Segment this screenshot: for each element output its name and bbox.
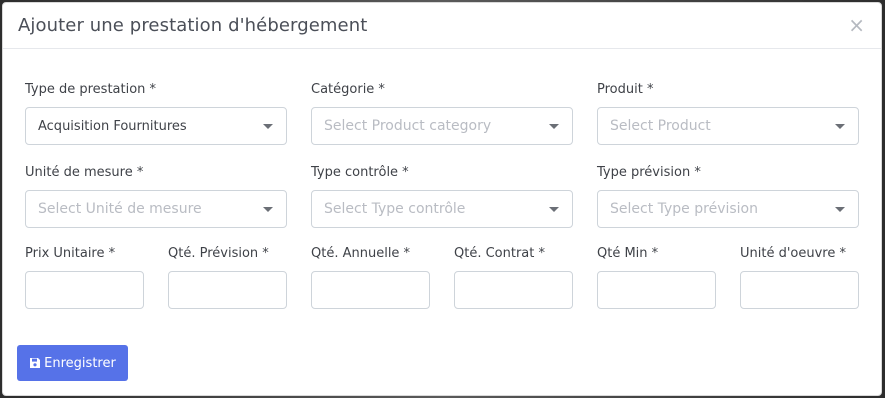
categorie-select[interactable]: Select Product category xyxy=(311,107,573,145)
produit-select[interactable]: Select Product xyxy=(597,107,859,145)
add-accommodation-service-modal: Ajouter une prestation d'hébergement × T… xyxy=(2,2,882,396)
qte-annuelle-field: Qté. Annuelle * xyxy=(311,245,430,309)
qte-min-input[interactable] xyxy=(597,271,716,309)
unite-mesure-label: Unité de mesure * xyxy=(25,165,144,180)
type-prevision-placeholder: Select Type prévision xyxy=(610,201,758,217)
modal-title: Ajouter une prestation d'hébergement xyxy=(18,15,368,36)
chevron-down-icon xyxy=(263,124,273,129)
prix-unitaire-field: Prix Unitaire * xyxy=(25,245,144,309)
type-prestation-value: Acquisition Fournitures xyxy=(38,118,187,134)
type-prevision-label: Type prévision * xyxy=(597,165,701,180)
chevron-down-icon xyxy=(549,124,559,129)
qte-contrat-field: Qté. Contrat * xyxy=(454,245,573,309)
type-controle-label: Type contrôle * xyxy=(311,165,409,180)
categorie-placeholder: Select Product category xyxy=(324,118,492,134)
qte-prevision-input[interactable] xyxy=(168,271,287,309)
unite-oeuvre-field: Unité d'oeuvre * xyxy=(740,245,859,309)
save-button[interactable]: Enregistrer xyxy=(17,345,128,381)
unite-oeuvre-label: Unité d'oeuvre * xyxy=(740,246,846,261)
qte-min-field: Qté Min * xyxy=(597,245,716,309)
chevron-down-icon xyxy=(835,207,845,212)
prix-unitaire-label: Prix Unitaire * xyxy=(25,246,116,261)
type-controle-placeholder: Select Type contrôle xyxy=(324,201,466,217)
qte-annuelle-input[interactable] xyxy=(311,271,430,309)
unite-mesure-placeholder: Select Unité de mesure xyxy=(38,201,202,217)
type-prestation-label: Type de prestation * xyxy=(25,82,157,97)
save-button-label: Enregistrer xyxy=(44,355,116,371)
unite-mesure-field: Unité de mesure * Select Unité de mesure xyxy=(25,164,287,228)
categorie-label: Catégorie * xyxy=(311,82,385,97)
unite-oeuvre-input[interactable] xyxy=(740,271,859,309)
prix-unitaire-input[interactable] xyxy=(25,271,144,309)
qte-contrat-input[interactable] xyxy=(454,271,573,309)
qte-annuelle-label: Qté. Annuelle * xyxy=(311,246,411,261)
categorie-field: Catégorie * Select Product category xyxy=(311,81,573,145)
produit-label: Produit * xyxy=(597,82,654,97)
chevron-down-icon xyxy=(549,207,559,212)
type-prestation-select[interactable]: Acquisition Fournitures xyxy=(25,107,287,145)
chevron-down-icon xyxy=(835,124,845,129)
type-prevision-field: Type prévision * Select Type prévision xyxy=(597,164,859,228)
floppy-disk-icon xyxy=(29,357,41,369)
produit-placeholder: Select Product xyxy=(610,118,711,134)
type-prevision-select[interactable]: Select Type prévision xyxy=(597,190,859,228)
qte-contrat-label: Qté. Contrat * xyxy=(454,246,545,261)
type-prestation-field: Type de prestation * Acquisition Fournit… xyxy=(25,81,287,145)
unite-mesure-select[interactable]: Select Unité de mesure xyxy=(25,190,287,228)
close-icon[interactable]: × xyxy=(848,15,865,35)
type-controle-select[interactable]: Select Type contrôle xyxy=(311,190,573,228)
qte-prevision-field: Qté. Prévision * xyxy=(168,245,287,309)
type-controle-field: Type contrôle * Select Type contrôle xyxy=(311,164,573,228)
modal-body: Type de prestation * Acquisition Fournit… xyxy=(3,49,881,396)
modal-header: Ajouter une prestation d'hébergement × xyxy=(3,3,881,49)
chevron-down-icon xyxy=(263,207,273,212)
qte-min-label: Qté Min * xyxy=(597,246,659,261)
qte-prevision-label: Qté. Prévision * xyxy=(168,246,269,261)
produit-field: Produit * Select Product xyxy=(597,81,859,145)
